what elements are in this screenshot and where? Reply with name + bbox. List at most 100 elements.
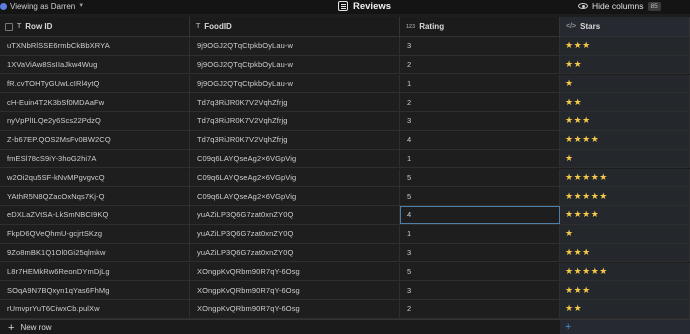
cell-stars[interactable]: ★★: [560, 93, 690, 111]
table-icon: [338, 1, 348, 11]
cell-row-id[interactable]: L8r7HEMkRw6ReonDYmDjLg: [0, 262, 190, 281]
cell-stars[interactable]: ★★: [560, 300, 690, 318]
text-type-icon: T: [17, 23, 22, 30]
cell-food-id[interactable]: XOngpKvQRbm90R7qY-6Osg: [190, 281, 400, 299]
page-title: Reviews: [353, 0, 392, 12]
cell-rating[interactable]: 2: [400, 93, 560, 111]
cell-row-id[interactable]: 9Zo8mBK1Q1Ol0Gi25qlmkw: [0, 243, 190, 262]
cell-stars[interactable]: ★: [560, 74, 690, 93]
cell-row-id[interactable]: SOqA9N7BQxyn1qYas6FhMg: [0, 281, 190, 299]
cell-stars[interactable]: ★★: [560, 55, 690, 74]
cell-row-id[interactable]: uTXNbRlSSE6rmbCkBbXRYA: [0, 37, 190, 55]
cell-row-id[interactable]: rUmvprYuT6CiwxCb.pulXw: [0, 300, 190, 318]
cell-rating[interactable]: 3: [400, 112, 560, 130]
hide-columns-button[interactable]: Hide columns 85: [578, 0, 661, 12]
column-header-stars[interactable]: </> Stars: [560, 17, 690, 37]
table-row: FkpD6QVeQhmU-gcjrtSKzg yuAZiLP3Q6G7zat0xn…: [0, 225, 690, 244]
select-all-checkbox[interactable]: [5, 22, 13, 31]
cell-rating[interactable]: 2: [400, 55, 560, 74]
cell-food-id[interactable]: yuAZiLP3Q6G7zat0xnZY0Q: [190, 225, 400, 243]
cell-rating[interactable]: 5: [400, 168, 560, 187]
cell-stars[interactable]: ★★★★★: [560, 168, 690, 187]
cell-stars[interactable]: ★★★: [560, 281, 690, 299]
cell-rating[interactable]: 5: [400, 262, 560, 281]
cell-food-id[interactable]: Td7q3RiJR0K7V2VqhZfrjg: [190, 131, 400, 149]
cell-stars[interactable]: ★: [560, 149, 690, 168]
cell-stars[interactable]: ★★★★: [560, 131, 690, 149]
new-row-button[interactable]: + New row: [8, 321, 52, 334]
eye-off-icon: [578, 3, 588, 9]
cell-food-id[interactable]: 9j9OGJ2QTqCtpkbOyLau-w: [190, 55, 400, 74]
column-label: Row ID: [25, 22, 53, 31]
cell-rating[interactable]: 1: [400, 225, 560, 243]
cell-food-id[interactable]: Td7q3RiJR0K7V2VqhZfrjg: [190, 93, 400, 111]
plus-icon: +: [8, 321, 15, 334]
cell-rating[interactable]: 3: [400, 281, 560, 299]
column-header-row-id[interactable]: T Row ID: [0, 17, 190, 37]
table-row: L8r7HEMkRw6ReonDYmDjLg XOngpKvQRbm90R7qY-…: [0, 262, 690, 282]
cell-stars[interactable]: ★★★: [560, 37, 690, 55]
cell-food-id[interactable]: C09q6LAYQseAg2×6VGpVig: [190, 187, 400, 205]
cell-food-id[interactable]: C09q6LAYQseAg2×6VGpVig: [190, 149, 400, 168]
cell-row-id[interactable]: YAthR5N8QZacOxNqs7Kj-Q: [0, 187, 190, 205]
cell-row-id[interactable]: fR.cvTOHTyGUwLcIRl4ytQ: [0, 74, 190, 93]
cell-stars[interactable]: ★★★★★: [560, 262, 690, 281]
cell-food-id[interactable]: yuAZiLP3Q6G7zat0xnZY0Q: [190, 243, 400, 262]
table-title: Reviews: [338, 0, 391, 12]
cell-stars[interactable]: ★★★: [560, 243, 690, 262]
code-type-icon: </>: [566, 23, 577, 30]
grid-footer: + New row +: [0, 319, 690, 334]
table-row: w2Oi2qu5SF-kNvMPgvgvcQ C09q6LAYQseAg2×6VG…: [0, 168, 690, 188]
cell-row-id[interactable]: Z-b67EP.QOS2MsFv0BW2CQ: [0, 131, 190, 149]
cell-row-id[interactable]: 1XVaViAw8SsIIaJkw4Wug: [0, 55, 190, 74]
add-column-icon[interactable]: +: [565, 321, 571, 333]
cell-stars[interactable]: ★★★★★: [560, 187, 690, 205]
table-row: 1XVaViAw8SsIIaJkw4Wug 9j9OGJ2QTqCtpkbOyLa…: [0, 55, 690, 75]
cell-rating[interactable]: 4: [400, 131, 560, 149]
cell-rating[interactable]: 3: [400, 37, 560, 55]
table-row: Z-b67EP.QOS2MsFv0BW2CQ Td7q3RiJR0K7V2VqhZ…: [0, 131, 690, 150]
cell-row-id[interactable]: nyVpPlILQe2y6Scs22PdzQ: [0, 112, 190, 130]
column-label: FoodID: [204, 22, 232, 31]
cell-row-id[interactable]: w2Oi2qu5SF-kNvMPgvgvcQ: [0, 168, 190, 187]
cell-food-id[interactable]: XOngpKvQRbm90R7qY-6Osg: [190, 262, 400, 281]
table-row: fmESl78cS9iY-3hoG2hi7A C09q6LAYQseAg2×6VG…: [0, 149, 690, 169]
cell-food-id[interactable]: Td7q3RiJR0K7V2VqhZfrjg: [190, 112, 400, 130]
cell-rating[interactable]: 1: [400, 149, 560, 168]
hide-columns-label: Hide columns: [592, 1, 644, 11]
cell-rating[interactable]: 2: [400, 300, 560, 318]
cell-stars[interactable]: ★★★★: [560, 206, 690, 224]
hidden-columns-count: 85: [647, 1, 661, 11]
cell-rating[interactable]: 4: [400, 206, 560, 224]
cell-rating[interactable]: 1: [400, 74, 560, 93]
cell-stars[interactable]: ★★★: [560, 112, 690, 130]
table-row: cH-Euin4T2K3bSf0MDAaFw Td7q3RiJR0K7V2VqhZ…: [0, 93, 690, 112]
cell-food-id[interactable]: C09q6LAYQseAg2×6VGpVig: [190, 168, 400, 187]
table-row: fR.cvTOHTyGUwLcIRl4ytQ 9j9OGJ2QTqCtpkbOyL…: [0, 74, 690, 94]
cell-rating[interactable]: 3: [400, 243, 560, 262]
table-row: 9Zo8mBK1Q1Ol0Gi25qlmkw yuAZiLP3Q6G7zat0xn…: [0, 243, 690, 263]
column-header-food-id[interactable]: T FoodID: [190, 17, 400, 37]
viewing-as-selector[interactable]: Viewing as Darren ▼: [0, 1, 84, 11]
cell-row-id[interactable]: fmESl78cS9iY-3hoG2hi7A: [0, 149, 190, 168]
column-label: Rating: [419, 22, 445, 31]
table-row: eDXLaZVtSA-LkSmNBCI9KQ yuAZiLP3Q6G7zat0xn…: [0, 206, 690, 225]
table-row: uTXNbRlSSE6rmbCkBbXRYA 9j9OGJ2QTqCtpkbOyL…: [0, 37, 690, 56]
user-avatar-icon: [0, 2, 7, 10]
cell-food-id[interactable]: 9j9OGJ2QTqCtpkbOyLau-w: [190, 74, 400, 93]
cell-row-id[interactable]: cH-Euin4T2K3bSf0MDAaFw: [0, 93, 190, 111]
cell-row-id[interactable]: eDXLaZVtSA-LkSmNBCI9KQ: [0, 206, 190, 224]
table-row: rUmvprYuT6CiwxCb.pulXw XOngpKvQRbm90R7qY-…: [0, 300, 690, 319]
column-label: Stars: [580, 22, 601, 31]
cell-food-id[interactable]: XOngpKvQRbm90R7qY-6Osg: [190, 300, 400, 318]
cell-food-id[interactable]: yuAZiLP3Q6G7zat0xnZY0Q: [190, 206, 400, 224]
column-header-rating[interactable]: 123 Rating: [400, 17, 560, 37]
cell-stars[interactable]: ★: [560, 225, 690, 243]
top-bar: Viewing as Darren ▼ Reviews Hide columns…: [0, 0, 690, 14]
table-row: SOqA9N7BQxyn1qYas6FhMg XOngpKvQRbm90R7qY-…: [0, 281, 690, 300]
cell-rating[interactable]: 5: [400, 187, 560, 205]
chevron-down-icon: ▼: [78, 3, 85, 9]
number-type-icon: 123: [406, 23, 416, 30]
cell-row-id[interactable]: FkpD6QVeQhmU-gcjrtSKzg: [0, 225, 190, 243]
cell-food-id[interactable]: 9j9OGJ2QTqCtpkbOyLau-w: [190, 37, 400, 55]
